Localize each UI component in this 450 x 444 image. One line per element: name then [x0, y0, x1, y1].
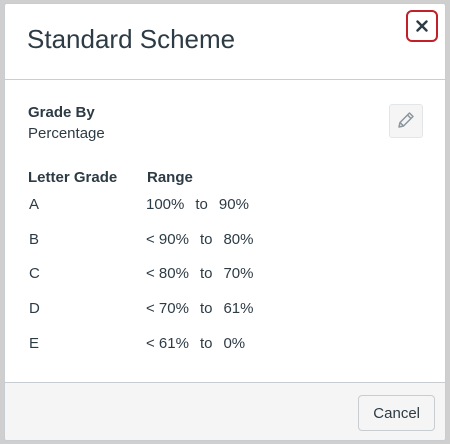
range-lower: 90%: [218, 196, 249, 213]
dialog-title: Standard Scheme: [27, 24, 236, 54]
grade-row: E < 61% to 0%: [5, 335, 445, 357]
range-upper: < 80%: [146, 265, 189, 282]
grade-row: D < 70% to 61%: [5, 300, 445, 322]
dialog-body: Grade By Percentage Letter Grade Range A…: [5, 80, 445, 382]
close-icon: [416, 20, 428, 32]
range-to: to: [195, 196, 208, 213]
grade-range: < 80% to 70%: [146, 265, 254, 282]
range-upper: < 61%: [146, 335, 189, 352]
grade-by-label: Grade By: [28, 104, 95, 121]
grade-row: B < 90% to 80%: [5, 231, 445, 253]
range-to: to: [199, 300, 213, 317]
range-lower: 61%: [223, 300, 254, 317]
grade-letter: A: [29, 196, 40, 213]
close-button[interactable]: [406, 10, 438, 42]
grade-letter: C: [29, 265, 40, 282]
edit-scheme-button[interactable]: [389, 104, 423, 138]
dialog-footer: Cancel: [5, 382, 445, 440]
grade-letter: E: [29, 335, 40, 352]
range-lower: 0%: [223, 335, 246, 352]
range-column-header: Range: [147, 169, 193, 186]
grade-range: < 90% to 80%: [146, 231, 254, 248]
range-lower: 70%: [223, 265, 254, 282]
pencil-icon: [396, 110, 416, 133]
grade-row: C < 80% to 70%: [5, 265, 445, 287]
range-to: to: [199, 231, 213, 248]
range-to: to: [199, 335, 213, 352]
grade-range: < 61% to 0%: [146, 335, 245, 352]
grade-letter: D: [29, 300, 40, 317]
range-upper: < 70%: [146, 300, 189, 317]
range-lower: 80%: [223, 231, 254, 248]
range-upper: < 90%: [146, 231, 189, 248]
grading-scheme-dialog: Standard Scheme Grade By Percentage Lett…: [4, 3, 446, 441]
dialog-header: Standard Scheme: [5, 4, 445, 80]
grade-letter: B: [29, 231, 40, 248]
grade-range: < 70% to 61%: [146, 300, 254, 317]
grade-row: A 100% to 90%: [5, 196, 445, 218]
letter-grade-column-header: Letter Grade: [28, 169, 118, 186]
range-to: to: [199, 265, 213, 282]
grade-range: 100% to 90%: [146, 196, 249, 213]
range-upper: 100%: [146, 196, 185, 213]
grade-by-value: Percentage: [28, 125, 105, 142]
cancel-button[interactable]: Cancel: [358, 395, 435, 431]
